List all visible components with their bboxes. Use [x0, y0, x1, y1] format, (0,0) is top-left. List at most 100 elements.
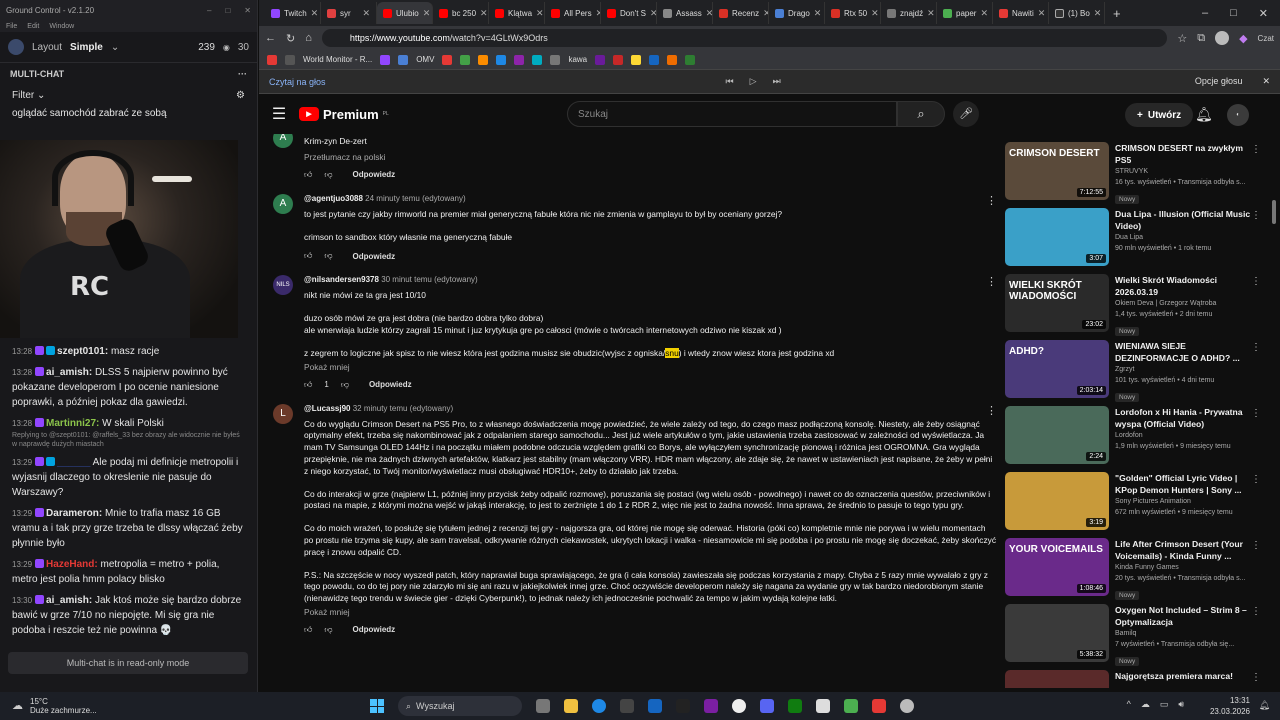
channel-name[interactable]: Kinda Funny Games [1115, 562, 1251, 573]
network-icon[interactable]: ▭ [1160, 699, 1169, 710]
hamburger-icon[interactable]: ☰ [259, 104, 299, 124]
volume-icon[interactable]: 🔊︎ [1178, 699, 1184, 710]
dislike-icon[interactable]: 👎︎ [324, 625, 332, 635]
more-icon[interactable]: ··· [238, 69, 247, 79]
reply-button[interactable]: Odpowiedz [353, 625, 396, 634]
avatar[interactable]: A [273, 134, 293, 148]
tab[interactable]: Klątwa ✕ [489, 2, 545, 24]
maps-icon[interactable] [732, 699, 746, 713]
start-icon[interactable] [370, 699, 384, 713]
show-less-link[interactable]: Pokaż mniej [304, 362, 997, 372]
menu-file[interactable]: File [6, 23, 17, 30]
search-input[interactable]: Szukaj [567, 101, 897, 127]
video-title[interactable]: Wielki Skrót Wiadomości 2026.03.19 [1115, 274, 1251, 298]
more-vert-icon[interactable]: ⋮ [1251, 408, 1261, 419]
bell-icon[interactable]: 🔔︎ [1195, 106, 1213, 123]
search-icon[interactable]: ⌕ [897, 101, 945, 127]
bookmark-icon[interactable] [685, 54, 696, 65]
like-icon[interactable]: 👍︎ [304, 380, 312, 390]
more-vert-icon[interactable]: ⋮ [1251, 672, 1261, 683]
recommended-video[interactable]: CRIMSON DESERT 7:12:55 CRIMSON DESERT na z… [1005, 134, 1261, 204]
video-thumbnail[interactable] [1005, 670, 1109, 688]
channel-name[interactable]: Dua Lipa [1115, 232, 1251, 243]
msg-user-hidden[interactable]: ______ [57, 457, 90, 468]
close-icon[interactable]: ✕ [1094, 8, 1102, 19]
tab[interactable]: Rtx 50 ✕ [825, 2, 881, 24]
msg-user[interactable]: Martinni27: [46, 418, 99, 429]
recommended-video[interactable]: 2:24 Lordofon x Hi Hania - Prywatna wyspa… [1005, 398, 1261, 464]
back-icon[interactable]: ← [265, 32, 276, 44]
reply-button[interactable]: Odpowiedz [353, 170, 396, 179]
close-icon[interactable]: ✕ [814, 8, 822, 19]
task-view-icon[interactable] [536, 699, 550, 713]
bookmark-icon[interactable] [631, 54, 642, 65]
msg-user[interactable]: ai_amish: [46, 595, 92, 606]
more-vert-icon[interactable]: ⋮ [1251, 606, 1261, 617]
more-vert-icon[interactable]: ⋮ [1251, 276, 1261, 287]
menu-edit[interactable]: Edit [27, 23, 39, 30]
dislike-icon[interactable]: 👎︎ [324, 251, 332, 261]
like-icon[interactable]: 👍︎ [304, 170, 312, 180]
more-vert-icon[interactable]: ⋮ [1251, 342, 1261, 353]
video-title[interactable]: Life After Crimson Desert (Your Voicemai… [1115, 538, 1251, 562]
minimize-icon[interactable]: – [1202, 7, 1208, 20]
video-thumbnail[interactable]: YOUR VOICEMAILS 1:08:46 [1005, 538, 1109, 596]
youtube-logo[interactable]: ▶ Premium PL [299, 107, 389, 122]
chevron-down-icon[interactable]: ⌄ [37, 90, 45, 101]
maximize-icon[interactable]: □ [225, 6, 230, 15]
comment-author[interactable]: @Lucassj90 [304, 404, 351, 413]
app-icon[interactable] [620, 699, 634, 713]
more-vert-icon[interactable]: ⋮ [1251, 474, 1261, 485]
more-vert-icon[interactable]: ⋮ [986, 194, 997, 207]
close-icon[interactable]: ✕ [244, 6, 251, 15]
video-thumbnail[interactable]: 3:19 [1005, 472, 1109, 530]
comment-time[interactable]: 30 minut temu (edytowany) [381, 275, 478, 284]
clock[interactable]: 13:31 23.03.2026 [1210, 695, 1250, 717]
comment-time[interactable]: 24 minuty temu (edytowany) [365, 194, 466, 203]
steam-icon[interactable] [648, 699, 662, 713]
reply-button[interactable]: Odpowiedz [353, 252, 396, 261]
play-icon[interactable]: ▷ [750, 76, 757, 87]
read-aloud-label[interactable]: Czytaj na głos [269, 77, 326, 87]
close-icon[interactable]: ✕ [927, 8, 935, 19]
msg-user[interactable]: szept0101: [57, 346, 108, 357]
recommended-video[interactable]: WIELKI SKRÓT WIADOMOŚCI 23:02 Wielki Skrót… [1005, 266, 1261, 336]
discord-icon[interactable] [760, 699, 774, 713]
video-title[interactable]: Oxygen Not Included – Strim 8 – Optymali… [1115, 604, 1251, 628]
more-vert-icon[interactable]: ⋮ [1251, 540, 1261, 551]
taskbar-search[interactable]: ⌕ Wyszukaj [398, 696, 522, 716]
close-icon[interactable]: ✕ [480, 8, 488, 19]
tab[interactable]: bc 250 ✕ [433, 2, 489, 24]
url-field[interactable]: https://www.youtube.com/watch?v=4GLtWx9O… [321, 29, 1168, 47]
voice-options[interactable]: Opcje głosu [1195, 76, 1243, 87]
edge-icon[interactable] [592, 699, 606, 713]
new-tab-icon[interactable]: + [1105, 6, 1129, 21]
next-icon[interactable]: ⏭ [773, 76, 781, 87]
comment-author[interactable]: @agentjuo3088 [304, 194, 363, 203]
create-button[interactable]: + Utwórz [1125, 103, 1194, 127]
close-icon[interactable]: ✕ [311, 8, 319, 19]
video-title[interactable]: Najgorętsza premiera marca! [1115, 670, 1251, 682]
channel-name[interactable]: Bamilq [1115, 628, 1251, 639]
more-vert-icon[interactable]: ⋮ [1251, 144, 1261, 155]
tab-active[interactable]: Ulubio ✕ [377, 2, 433, 24]
close-icon[interactable]: ✕ [362, 8, 370, 19]
tab[interactable]: znajdź ✕ [881, 2, 937, 24]
avatar[interactable]: A [273, 193, 293, 214]
bookmark-icon[interactable] [550, 54, 561, 65]
tab[interactable]: Twitch ✕ [265, 2, 321, 24]
recommended-video[interactable]: Najgorętsza premiera marca! ⋮ [1005, 662, 1261, 688]
home-icon[interactable]: ⌂ [305, 32, 312, 44]
avatar[interactable] [1215, 31, 1230, 45]
more-vert-icon[interactable]: ⋮ [1251, 210, 1261, 221]
avatar[interactable]: NILS [273, 275, 293, 296]
bookmark-icon[interactable] [380, 54, 391, 65]
bookmark-icon[interactable] [514, 54, 525, 65]
chat-label[interactable]: Czat [1258, 34, 1274, 43]
bookmark-icon[interactable] [595, 54, 606, 65]
star-icon[interactable]: ☆ [1177, 32, 1187, 45]
notification-icon[interactable]: 🔔︎ [1259, 700, 1270, 711]
comment-author[interactable]: @nilsandersen9378 [304, 275, 379, 284]
scrollbar[interactable] [1272, 200, 1276, 224]
tab[interactable]: paper ✕ [937, 2, 993, 24]
